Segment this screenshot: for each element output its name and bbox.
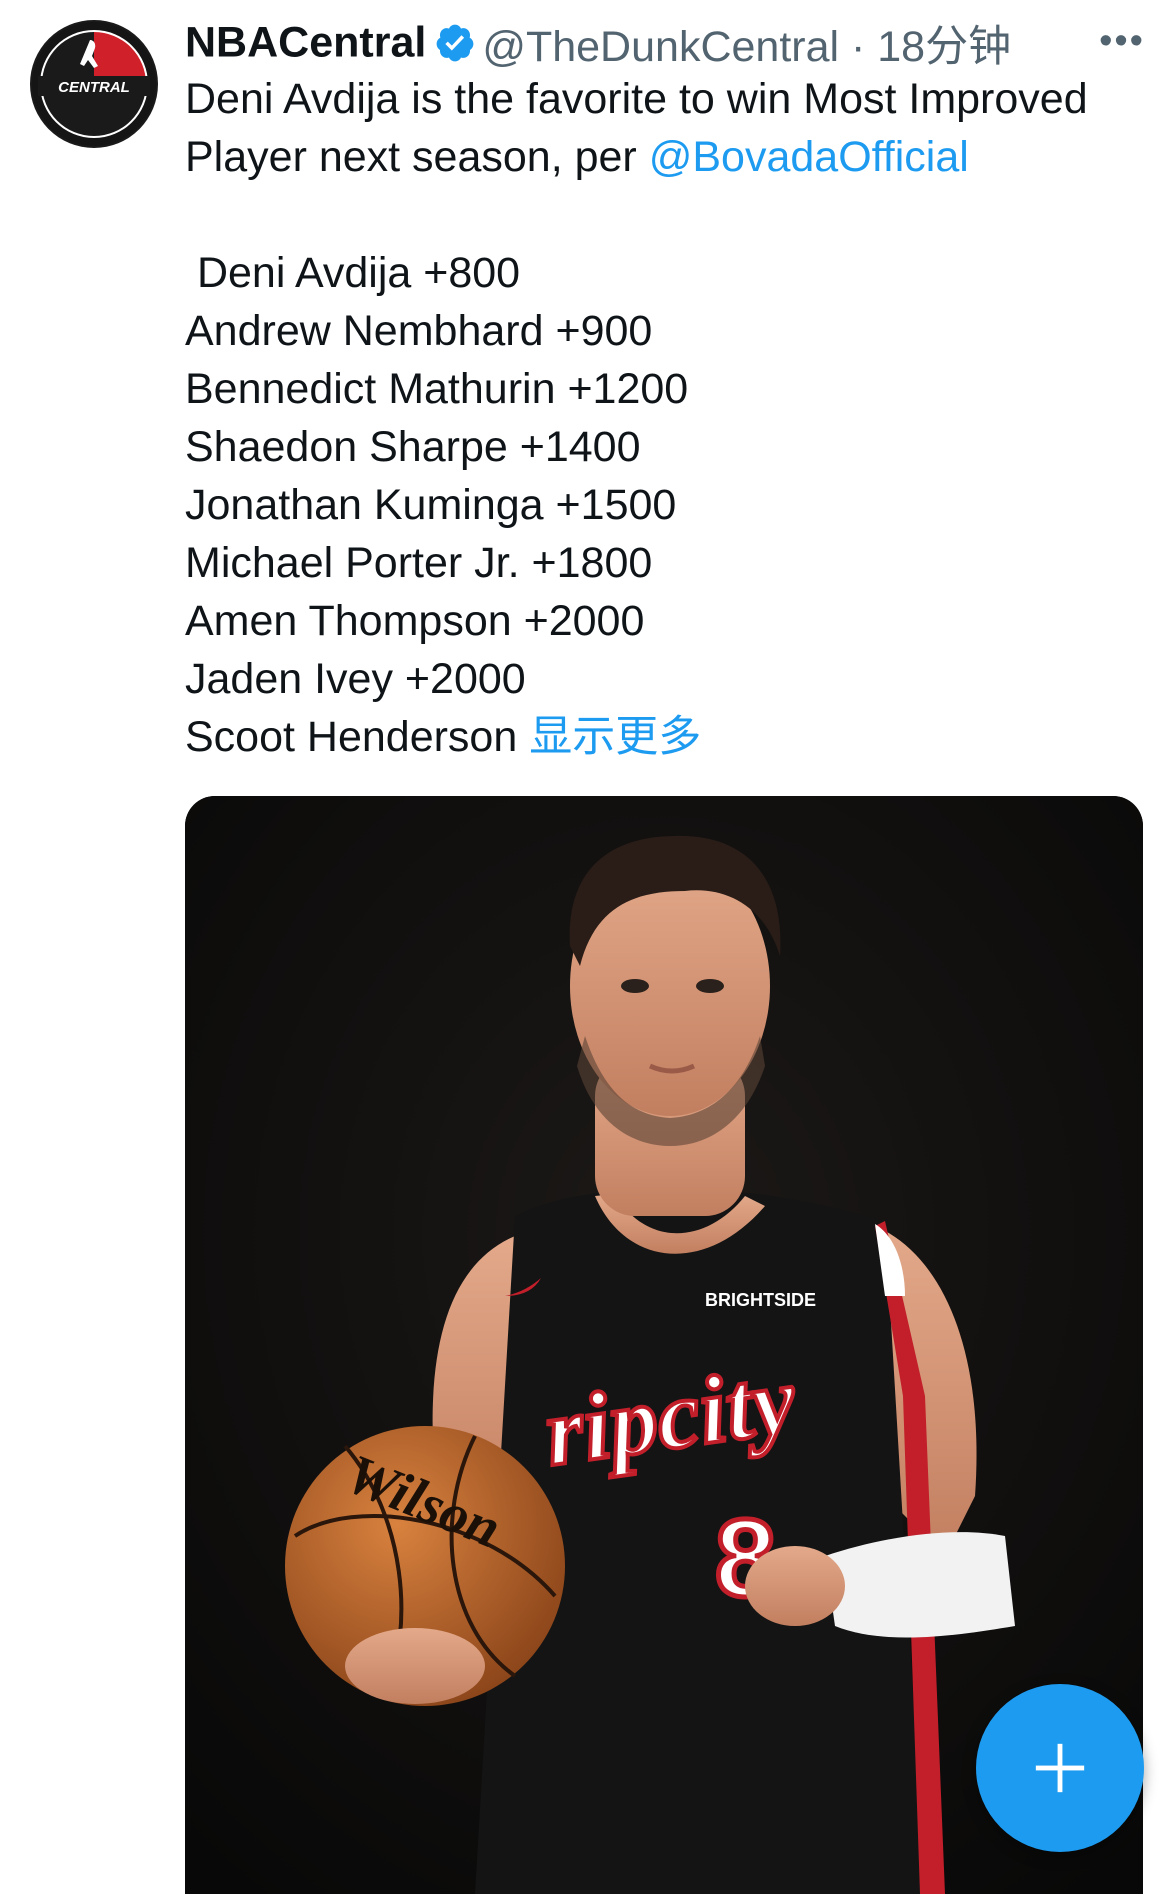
truncated-text: Scoot Henderson <box>185 713 530 761</box>
odds-item-truncated: Scoot Henderson 显示更多 <box>185 708 1145 766</box>
more-horizontal-icon[interactable]: ••• <box>1099 20 1145 63</box>
author-name[interactable]: NBACentral <box>185 19 426 67</box>
compose-fab[interactable] <box>976 1684 1144 1852</box>
odds-item: Deni Avdija +800 <box>185 249 521 297</box>
odds-list: Deni Avdija +800 Andrew Nembhard +900 Be… <box>185 244 1145 766</box>
tweet-text: Deni Avdija is the favorite to win Most … <box>185 70 1145 766</box>
odds-item: Amen Thompson +2000 <box>185 597 645 645</box>
tweet[interactable]: CENTRAL NBACentral @TheDunkCentral · 18分钟… <box>0 0 1170 1894</box>
odds-item: Jaden Ivey +2000 <box>185 655 526 703</box>
odds-item: Bennedict Mathurin +1200 <box>185 365 689 413</box>
logo-text: CENTRAL <box>58 79 130 96</box>
odds-item: Jonathan Kuminga +1500 <box>185 481 677 529</box>
tweet-header: NBACentral @TheDunkCentral · 18分钟 ••• <box>185 12 1145 72</box>
nba-central-logo-icon: CENTRAL <box>32 22 156 146</box>
jersey-sponsor: BRIGHTSIDE <box>705 1290 816 1310</box>
tweet-text-line: Deni Avdija is the favorite to win Most … <box>185 75 1088 123</box>
show-more-link[interactable]: 显示更多 <box>529 713 701 761</box>
tweet-text-line: Player next season, per @BovadaOfficial <box>185 128 1145 186</box>
avatar[interactable]: CENTRAL <box>30 20 158 148</box>
handle-and-time[interactable]: @TheDunkCentral · 18分钟 <box>482 23 1011 71</box>
mention-link[interactable]: @BovadaOfficial <box>649 133 969 181</box>
tweet-text-prefix: Player next season, per <box>185 133 649 181</box>
verified-badge-icon <box>434 22 476 64</box>
odds-item: Shaedon Sharpe +1400 <box>185 423 641 471</box>
odds-item: Andrew Nembhard +900 <box>185 307 653 355</box>
odds-item: Michael Porter Jr. +1800 <box>185 539 653 587</box>
plus-icon <box>1035 1743 1085 1793</box>
